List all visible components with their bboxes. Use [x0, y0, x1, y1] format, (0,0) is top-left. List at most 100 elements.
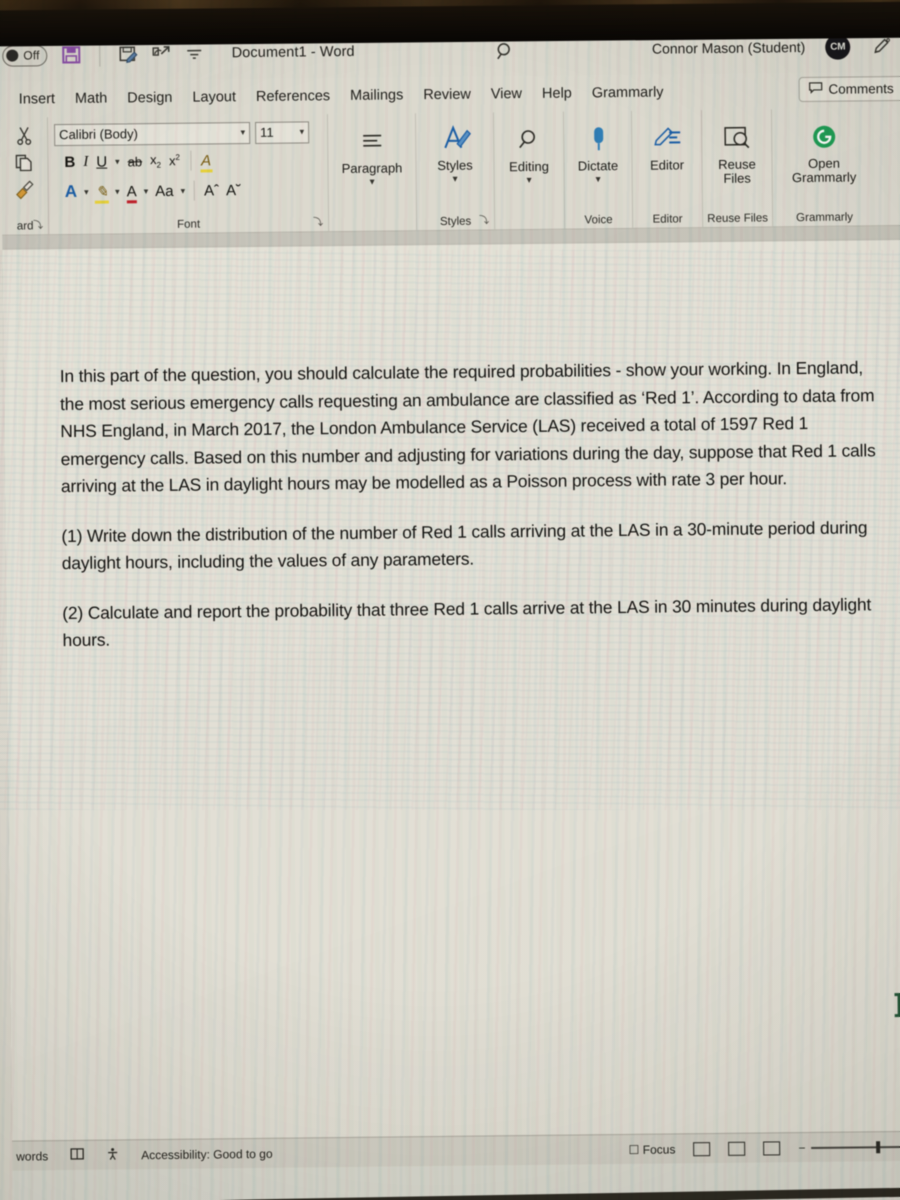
ribbon-group-font: Calibri (Body) ▾ 11 ▾ B I U ▾ ab x2 x2 A…	[46, 114, 329, 235]
pen-icon[interactable]	[870, 35, 892, 57]
bold-button[interactable]: B	[64, 153, 75, 170]
tab-references[interactable]: References	[246, 88, 340, 105]
save-as-icon[interactable]	[118, 43, 140, 65]
zoom-knob[interactable]	[876, 1140, 881, 1153]
monitor-screen: Off Document1 - Word Connor Mason (Stude…	[0, 19, 900, 1200]
tab-math[interactable]: Math	[65, 90, 117, 107]
cut-icon[interactable]	[1, 121, 47, 148]
chevron-down-icon[interactable]: ▾	[453, 174, 458, 185]
reuse-files-line2[interactable]: Files	[723, 171, 751, 186]
change-case-button[interactable]: Aa	[155, 182, 174, 199]
italic-button[interactable]: I	[83, 153, 88, 169]
format-painter-icon[interactable]	[2, 175, 48, 202]
word-count-label[interactable]: words	[16, 1149, 48, 1163]
superscript-button[interactable]: x2	[169, 153, 180, 168]
search-icon[interactable]	[494, 40, 516, 67]
chevron-down-icon[interactable]: ▾	[144, 186, 149, 197]
web-layout-icon[interactable]	[763, 1140, 781, 1156]
editing-button-label[interactable]: Editing	[509, 159, 549, 174]
chevron-down-icon[interactable]: ▾	[84, 186, 89, 197]
shrink-font-button[interactable]: A˘	[226, 182, 241, 199]
font-divider-2	[194, 180, 196, 201]
zoom-out-button[interactable]: −	[798, 1141, 805, 1155]
read-mode-icon[interactable]	[693, 1141, 711, 1156]
chevron-down-icon[interactable]: ▾	[181, 185, 186, 196]
styles-button-label[interactable]: Styles	[437, 158, 473, 173]
chevron-down-icon[interactable]: ▾	[300, 126, 305, 137]
tab-grammarly[interactable]: Grammarly	[582, 84, 674, 102]
zoom-slider[interactable]: − + 1	[798, 1139, 900, 1155]
grow-font-button[interactable]: Aˆ	[204, 182, 219, 199]
dictate-button-label[interactable]: Dictate	[578, 158, 619, 173]
ribbon-group-voice: Dictate ▾ Voice	[562, 110, 633, 229]
font-size-value: 11	[260, 124, 274, 140]
editing-search-icon[interactable]	[515, 120, 543, 160]
ribbon-group-grammarly: Open Grammarly Grammarly	[770, 108, 877, 227]
chevron-down-icon[interactable]: ▾	[596, 174, 601, 185]
chevron-down-icon[interactable]: ▾	[241, 127, 246, 138]
group-label-grammarly: Grammarly	[796, 211, 854, 225]
focus-button[interactable]: ☐ Focus	[629, 1142, 676, 1157]
styles-dialog-launcher[interactable]: ⤵	[479, 211, 489, 226]
underline-button[interactable]: U	[96, 153, 107, 170]
chevron-down-icon[interactable]: ▾	[115, 186, 120, 197]
ribbon-group-reuse-files: Reuse Files Reuse Files	[700, 109, 773, 228]
clipboard-dialog-launcher[interactable]: ⤵	[33, 216, 43, 231]
tab-view[interactable]: View	[481, 86, 532, 103]
grammarly-line2[interactable]: Grammarly	[792, 169, 856, 185]
document-body[interactable]: In this part of the question, you should…	[60, 354, 893, 676]
comments-button[interactable]: Comments	[798, 75, 900, 102]
font-name-value: Calibri (Body)	[59, 126, 138, 143]
chevron-down-icon[interactable]: ▾	[370, 177, 375, 188]
print-layout-icon[interactable]	[728, 1141, 746, 1156]
text-effects-icon[interactable]: A	[201, 152, 211, 169]
account-name[interactable]: Connor Mason (Student)	[652, 39, 805, 57]
reuse-files-icon[interactable]	[721, 118, 751, 158]
font-name-input[interactable]: Calibri (Body) ▾	[54, 121, 251, 146]
tab-mailings[interactable]: Mailings	[340, 87, 413, 104]
grammarly-icon[interactable]	[809, 117, 837, 157]
ribbon-group-editing: Editing ▾	[492, 111, 565, 230]
qat-divider	[99, 42, 101, 67]
font-color-icon[interactable]: A	[127, 183, 137, 200]
tab-design[interactable]: Design	[117, 90, 182, 107]
paragraph-icon[interactable]	[357, 122, 387, 162]
styles-icon[interactable]	[436, 119, 472, 159]
microphone-icon[interactable]	[585, 119, 611, 159]
page-view-icon[interactable]	[70, 1148, 84, 1163]
ribbon: ard ⤵ Calibri (Body) ▾ 11 ▾ B I U ▾ ab x…	[0, 107, 900, 236]
subscript-button[interactable]: x2	[150, 152, 161, 170]
tab-review[interactable]: Review	[413, 87, 481, 104]
text-highlight-icon[interactable]: ✎	[95, 183, 108, 201]
strikethrough-button[interactable]: ab	[128, 154, 143, 169]
document-paragraph-intro: In this part of the question, you should…	[59, 357, 876, 497]
accessibility-icon[interactable]	[106, 1147, 119, 1163]
editor-icon[interactable]	[650, 118, 682, 158]
chevron-down-icon[interactable]: ▾	[115, 156, 120, 167]
tab-layout[interactable]: Layout	[182, 89, 246, 106]
font-dialog-launcher[interactable]: ⤵	[313, 213, 323, 228]
clear-formatting-icon[interactable]: A	[65, 182, 77, 202]
text-cursor-ibeam-icon	[894, 992, 900, 1018]
document-paragraph-question-1: (1) Write down the distribution of the n…	[61, 516, 868, 574]
paragraph-button-label[interactable]: Paragraph	[342, 160, 403, 176]
tab-insert[interactable]: Insert	[9, 91, 65, 108]
customize-qat-icon[interactable]	[184, 42, 206, 64]
autosave-toggle[interactable]: Off	[2, 44, 48, 67]
tab-help[interactable]: Help	[532, 85, 582, 102]
chevron-down-icon[interactable]: ▾	[527, 175, 532, 186]
document-page[interactable]: In this part of the question, you should…	[2, 239, 900, 1141]
status-bar-left: words Accessibility: Good to go	[16, 1145, 273, 1164]
font-size-input[interactable]: 11 ▾	[255, 120, 310, 144]
zoom-track[interactable]	[811, 1140, 900, 1153]
accessibility-status[interactable]: Accessibility: Good to go	[141, 1146, 273, 1161]
touch-draw-icon[interactable]	[151, 43, 173, 65]
save-icon[interactable]	[61, 44, 83, 66]
comments-label: Comments	[828, 80, 894, 97]
copy-icon[interactable]	[1, 148, 47, 175]
editor-button-label[interactable]: Editor	[650, 157, 684, 172]
ribbon-group-styles: Styles ▾ Styles ⤵	[414, 112, 495, 231]
word-application-window: Off Document1 - Word Connor Mason (Stude…	[0, 19, 900, 1200]
focus-icon: ☐	[628, 1142, 640, 1157]
font-controls-row1: Calibri (Body) ▾ 11 ▾	[54, 119, 321, 147]
